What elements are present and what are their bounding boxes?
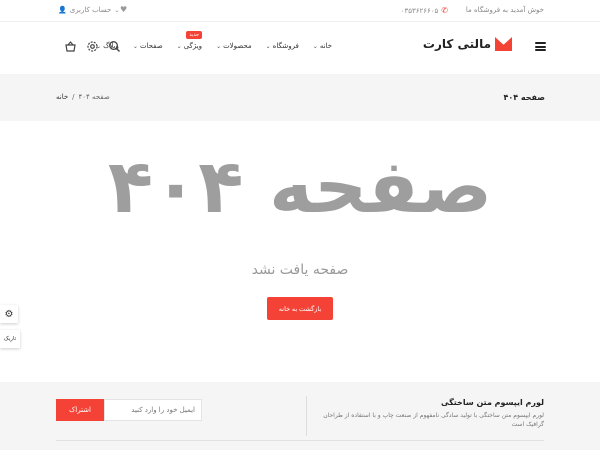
chevron-down-icon: ⌄ (216, 42, 222, 50)
breadcrumb-home[interactable]: خانه (56, 93, 68, 101)
phone-icon: ✆ (441, 6, 448, 15)
breadcrumb-separator: / (72, 93, 75, 101)
account-label: حساب کاربری (69, 6, 112, 14)
breadcrumb: صفحه ۴۰۴ / خانه (56, 93, 110, 101)
nav-label: ویژگی (183, 42, 203, 50)
dark-mode-toggle[interactable]: تاریک (0, 330, 20, 348)
chevron-down-icon: ⌄ (114, 6, 120, 14)
page-title: صفحه ۴۰۴ (503, 93, 545, 102)
welcome-text: خوش آمدید به فروشگاه ما (465, 6, 544, 14)
newsletter-divider (306, 396, 307, 436)
site-logo[interactable]: مالتی کارت (423, 37, 512, 51)
heart-icon[interactable]: ♥ (120, 5, 127, 14)
page-title-bar: صفحه ۴۰۴ صفحه ۴۰۴ / خانه (0, 74, 600, 121)
search-icon[interactable] (108, 40, 121, 53)
back-home-button[interactable]: بازگشت به خانه (267, 297, 333, 320)
phone-number: ۰۳۵۳۶۲۶۶۰۵ (400, 6, 439, 15)
settings-gear-icon[interactable]: ⚙ (0, 305, 18, 323)
main-header: مالتی کارت خانه ⌄ فروشگاه ⌄ محصولات ⌄ جد… (0, 22, 600, 74)
newsletter-section: لورم ایپسوم متن ساختگی لورم ایپسوم متن س… (0, 382, 600, 450)
nav-label: محصولات (223, 42, 252, 50)
chevron-down-icon: ⌄ (312, 42, 318, 50)
newsletter-subscribe-button[interactable]: اشتراک (56, 399, 104, 421)
breadcrumb-current: صفحه ۴۰۴ (78, 93, 110, 101)
nav-item-pages[interactable]: صفحات ⌄ (133, 42, 163, 50)
main-nav: خانه ⌄ فروشگاه ⌄ محصولات ⌄ جدید ویژگی ⌄ … (96, 31, 332, 50)
newsletter-title: لورم ایپسوم متن ساختگی (441, 398, 544, 407)
newsletter-description: لورم ایپسوم متن ساختگی با تولید سادگی نا… (323, 412, 544, 428)
nav-label: فروشگاه (272, 42, 299, 50)
logo-text: مالتی کارت (422, 37, 491, 51)
error-title: صفحه ۴۰۴ (107, 144, 493, 230)
new-badge: جدید (186, 31, 203, 39)
newsletter-email-input[interactable] (104, 399, 202, 421)
user-icon: 👤 (58, 6, 67, 14)
account-menu[interactable]: ⌄ حساب کاربری 👤 (58, 6, 119, 14)
header-icons (64, 40, 121, 53)
hamburger-menu-icon[interactable] (535, 42, 546, 51)
nav-item-products[interactable]: محصولات ⌄ (216, 42, 252, 50)
nav-item-features[interactable]: جدید ویژگی ⌄ (176, 31, 203, 50)
chevron-down-icon: ⌄ (132, 42, 138, 50)
nav-item-home[interactable]: خانه ⌄ (313, 42, 332, 50)
top-bar: خوش آمدید به فروشگاه ما ✆ ۰۳۵۳۶۲۶۶۰۵ ⌄ ح… (0, 0, 600, 22)
logo-mark-icon (495, 37, 512, 51)
basket-icon[interactable] (64, 40, 77, 53)
phone-contact[interactable]: ✆ ۰۳۵۳۶۲۶۶۰۵ (401, 6, 448, 15)
nav-label: خانه (319, 42, 332, 50)
nav-item-shop[interactable]: فروشگاه ⌄ (266, 42, 299, 50)
chevron-down-icon: ⌄ (176, 42, 182, 50)
error-subtitle: صفحه یافت نشد (251, 262, 349, 278)
footer-divider (56, 440, 544, 441)
nav-label: صفحات (139, 42, 163, 50)
chevron-down-icon: ⌄ (265, 42, 271, 50)
gear-icon[interactable] (86, 40, 99, 53)
